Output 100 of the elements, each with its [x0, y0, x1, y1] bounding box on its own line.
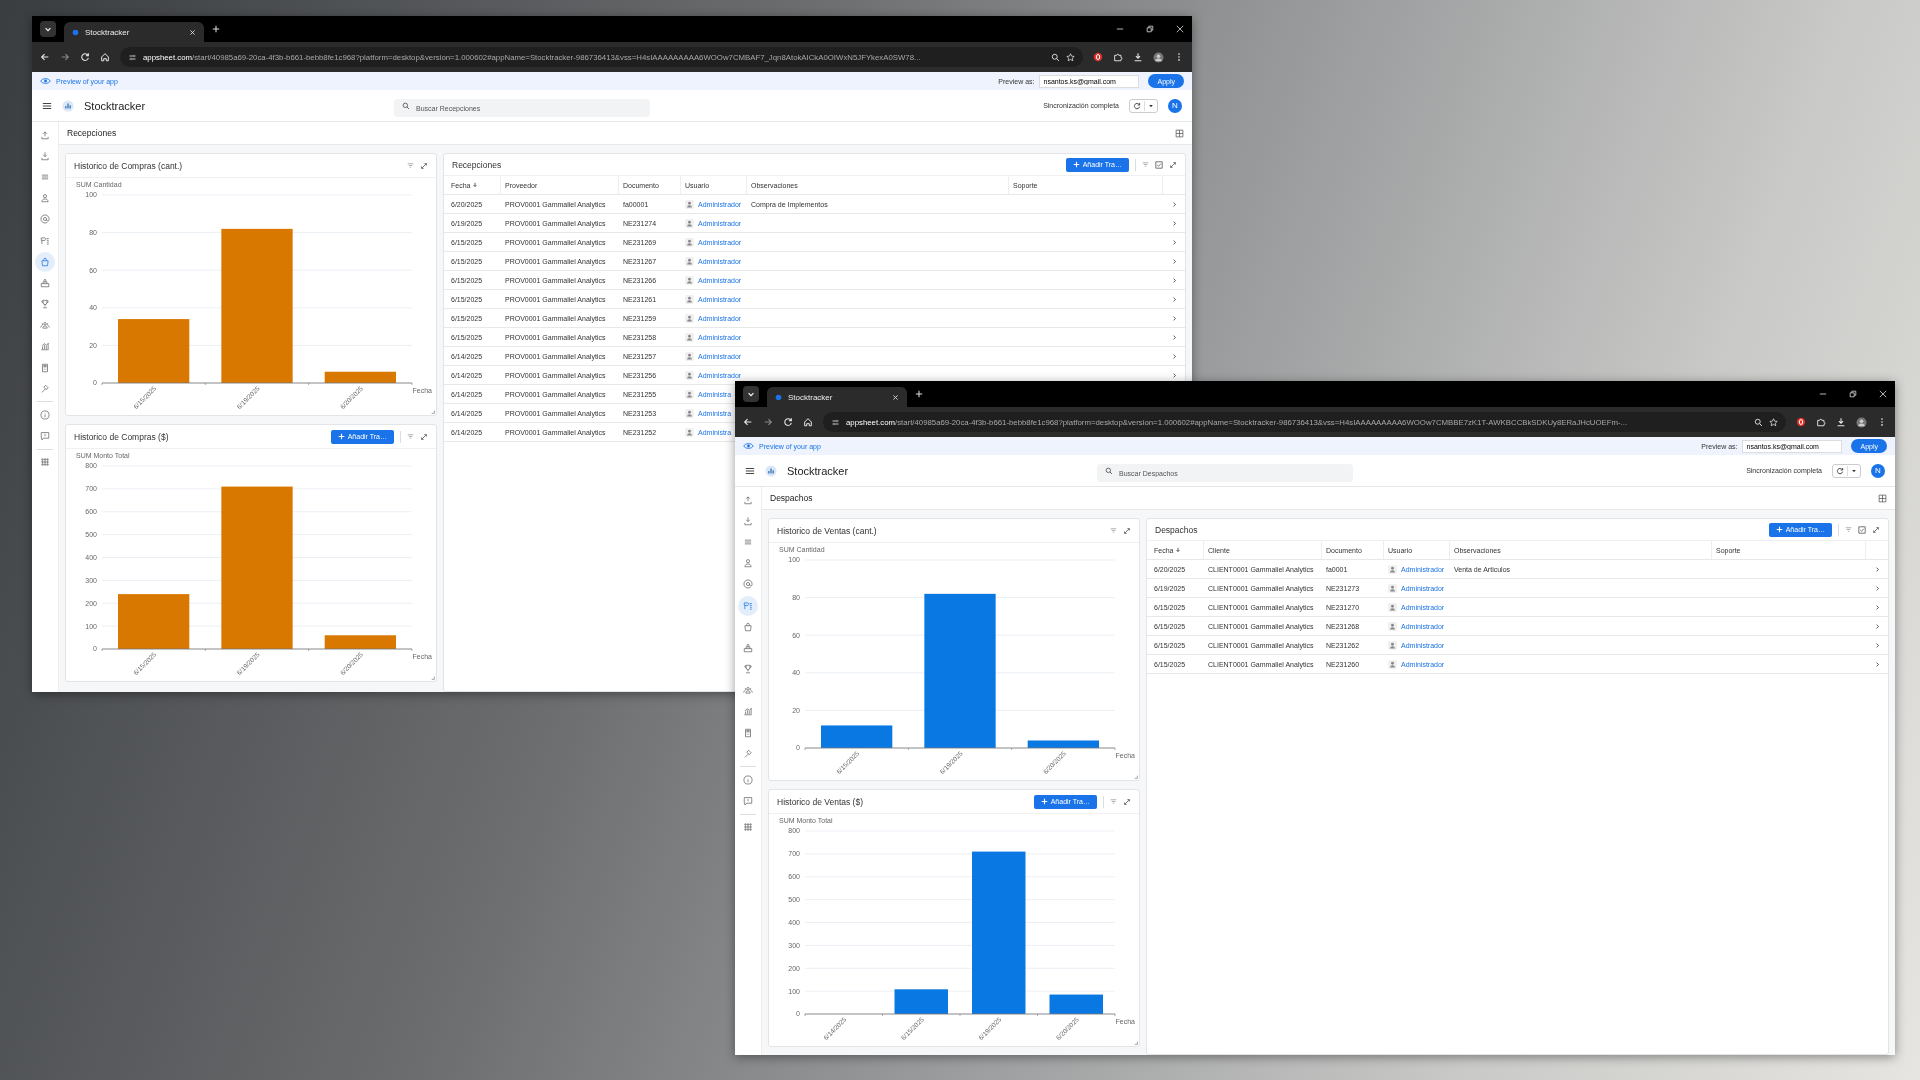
app-title: Stocktracker: [84, 99, 147, 112]
menu-icon[interactable]: [42, 100, 52, 111]
grid-view-icon[interactable]: [1878, 493, 1887, 503]
profile-avatar-icon[interactable]: [1153, 51, 1164, 63]
forward-arrow-icon[interactable]: [763, 417, 773, 427]
caret-down-icon: [1148, 102, 1154, 109]
home-icon[interactable]: [803, 417, 813, 427]
search-icon: [402, 101, 410, 110]
download-icon[interactable]: [1133, 52, 1143, 62]
hammer-icon: [40, 383, 50, 394]
chevron-right-icon[interactable]: [1874, 623, 1880, 629]
chevron-right-icon[interactable]: [1171, 353, 1177, 359]
zoom-icon[interactable]: [1754, 417, 1763, 427]
user-avatar-icon: [1388, 564, 1397, 574]
back-arrow-icon[interactable]: [743, 417, 753, 427]
grid-view-icon[interactable]: [1175, 128, 1184, 138]
new-tab-icon[interactable]: [212, 25, 220, 33]
chevron-right-icon[interactable]: [1874, 642, 1880, 648]
extension-icon[interactable]: [1796, 417, 1806, 427]
expand-icon[interactable]: [1872, 525, 1880, 534]
restore-icon[interactable]: [1146, 25, 1154, 33]
resize-handle-icon[interactable]: [431, 676, 435, 680]
close-icon[interactable]: [1176, 25, 1184, 33]
close-icon[interactable]: [1879, 390, 1887, 398]
search-icon: [1105, 466, 1113, 475]
resize-handle-icon[interactable]: [1134, 775, 1138, 779]
select-checkbox-icon[interactable]: [1858, 525, 1866, 534]
table-title: Despachos: [1155, 524, 1198, 535]
chevron-right-icon[interactable]: [1171, 296, 1177, 302]
user-avatar-icon: [1388, 621, 1397, 631]
tab-list-button[interactable]: [40, 21, 56, 37]
chevron-right-icon[interactable]: [1874, 661, 1880, 667]
site-settings-icon[interactable]: [128, 52, 137, 62]
resize-handle-icon[interactable]: [1134, 1041, 1138, 1045]
chevron-right-icon[interactable]: [1171, 239, 1177, 245]
chevron-right-icon[interactable]: [1171, 220, 1177, 226]
browser-tab[interactable]: Stocktracker: [767, 387, 907, 407]
sync-button[interactable]: [1129, 98, 1158, 113]
chart-title: Historico de Compras ($): [74, 431, 169, 442]
chevron-right-icon[interactable]: [1874, 604, 1880, 610]
user-avatar-icon: [685, 313, 694, 323]
select-checkbox-icon[interactable]: [1155, 160, 1163, 169]
reload-icon[interactable]: [783, 417, 793, 427]
site-settings-icon[interactable]: [831, 417, 840, 427]
expand-icon[interactable]: [420, 161, 428, 170]
chevron-right-icon[interactable]: [1171, 334, 1177, 340]
hammer-icon: [743, 748, 753, 759]
chevron-right-icon[interactable]: [1171, 258, 1177, 264]
apps-icon: [743, 822, 753, 833]
zoom-icon[interactable]: [1051, 52, 1060, 62]
chevron-right-icon[interactable]: [1171, 372, 1177, 378]
back-arrow-icon[interactable]: [40, 52, 50, 62]
sidebar-item[interactable]: [35, 251, 55, 272]
puzzle-icon[interactable]: [1113, 52, 1123, 62]
forward-arrow-icon[interactable]: [60, 52, 70, 62]
menu-icon[interactable]: [745, 465, 755, 476]
feedback-icon: [743, 796, 753, 807]
star-icon[interactable]: [1066, 52, 1075, 62]
browser-tab[interactable]: Stocktracker: [64, 22, 204, 42]
view-title: Recepciones: [67, 128, 118, 138]
user-avatar[interactable]: N: [1871, 463, 1885, 478]
expand-icon[interactable]: [1123, 797, 1131, 806]
minimize-icon[interactable]: [1819, 390, 1827, 398]
reload-icon[interactable]: [80, 52, 90, 62]
new-tab-icon[interactable]: [915, 390, 923, 398]
chevron-right-icon[interactable]: [1874, 585, 1880, 591]
restore-icon[interactable]: [1849, 390, 1857, 398]
chart-bar: [1049, 994, 1103, 1014]
user-avatar-icon: [1388, 602, 1397, 612]
chevron-right-icon[interactable]: [1171, 201, 1177, 207]
download-tray-icon: [743, 515, 753, 526]
chart-bar: [894, 989, 948, 1014]
plus-icon: [337, 433, 345, 440]
expand-icon[interactable]: [1169, 160, 1177, 169]
resize-handle-icon[interactable]: [431, 410, 435, 414]
user-avatar-icon: [685, 275, 694, 285]
chevron-right-icon[interactable]: [1874, 566, 1880, 572]
puzzle-icon[interactable]: [1816, 417, 1826, 427]
download-icon[interactable]: [1836, 417, 1846, 427]
user-avatar-icon: [685, 332, 694, 342]
sync-button[interactable]: [1832, 463, 1861, 478]
expand-icon[interactable]: [1123, 526, 1131, 535]
close-icon[interactable]: [892, 393, 899, 401]
chevron-right-icon[interactable]: [1171, 315, 1177, 321]
extension-icon[interactable]: [1093, 52, 1103, 62]
close-icon[interactable]: [189, 28, 196, 36]
trophy-icon: [743, 664, 753, 675]
home-icon[interactable]: [100, 52, 110, 62]
user-avatar-icon: [685, 256, 694, 266]
tab-list-button[interactable]: [743, 386, 759, 402]
user-avatar-icon: [685, 427, 694, 437]
profile-avatar-icon[interactable]: [1856, 416, 1867, 428]
lines-icon: [743, 536, 753, 547]
expand-icon[interactable]: [420, 432, 428, 441]
minimize-icon[interactable]: [1116, 25, 1124, 33]
chevron-right-icon[interactable]: [1171, 277, 1177, 283]
star-icon[interactable]: [1769, 417, 1778, 427]
user-avatar[interactable]: N: [1168, 98, 1182, 113]
app-favicon-icon: [72, 28, 79, 36]
sidebar-item[interactable]: [738, 595, 758, 616]
